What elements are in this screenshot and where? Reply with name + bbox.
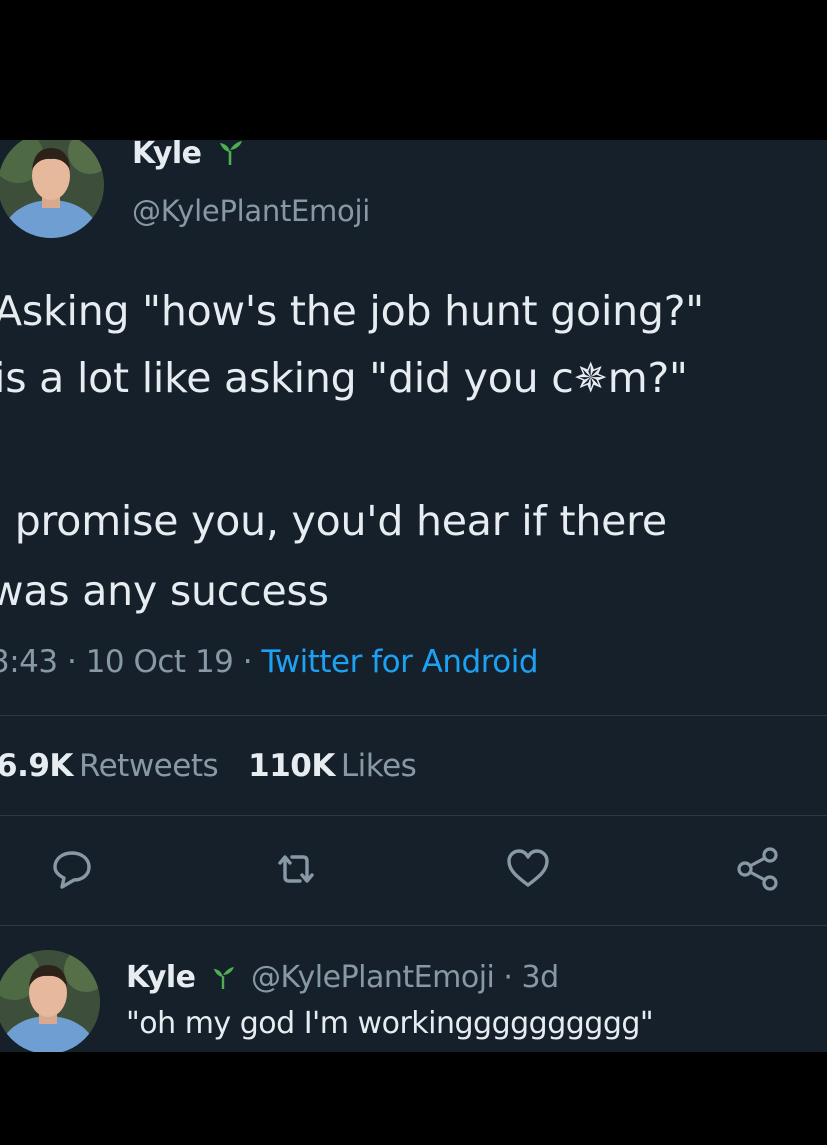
reply-header: Kyle @KylePlantEmoji · 3d <box>126 960 559 995</box>
meta-separator: · <box>57 644 86 680</box>
reply-text: "oh my god I'm workingggggggggg" <box>126 1006 654 1041</box>
tweet-time[interactable]: 3:43 <box>0 644 58 680</box>
screenshot-frame: Kyle @KylePlantEmoji Asking "how's the j… <box>0 0 827 1145</box>
tweet-date[interactable]: 10 Oct 19 <box>86 644 234 680</box>
tweet-stats: 6.9K Retweets 110K Likes <box>0 748 446 784</box>
sprout-icon <box>204 964 244 994</box>
avatar[interactable] <box>0 140 104 238</box>
tweet-text-line: was any success <box>0 567 329 615</box>
tweet-text-line: I promise you, you'd hear if there <box>0 497 667 545</box>
tweet-client-link[interactable]: Twitter for Android <box>261 644 538 680</box>
tweet-text-line: is a lot like asking "did you c✵m?" <box>0 354 688 402</box>
share-icon <box>737 847 778 891</box>
author-handle[interactable]: @KylePlantEmoji <box>132 194 370 228</box>
retweets-count: 6.9K <box>0 748 73 784</box>
like-button[interactable] <box>504 845 552 893</box>
share-button[interactable] <box>734 845 782 893</box>
likes-stat[interactable]: 110K Likes <box>248 748 446 784</box>
reply-avatar[interactable] <box>0 950 100 1052</box>
tweet-card: Kyle @KylePlantEmoji Asking "how's the j… <box>0 140 827 1052</box>
retweet-button[interactable] <box>272 845 320 893</box>
author-name[interactable]: Kyle <box>132 140 243 171</box>
divider <box>0 925 827 926</box>
likes-label: Likes <box>340 748 417 784</box>
retweets-stat[interactable]: 6.9K Retweets <box>0 748 248 784</box>
divider <box>0 715 827 716</box>
reply-handle-and-age[interactable]: @KylePlantEmoji · 3d <box>251 960 559 995</box>
reply-icon <box>53 851 91 889</box>
retweets-label: Retweets <box>78 748 219 784</box>
author-name-text: Kyle <box>132 140 202 171</box>
reply-author-name[interactable]: Kyle <box>126 960 196 995</box>
retweet-icon <box>278 855 314 883</box>
reply-button[interactable] <box>48 845 96 893</box>
likes-count: 110K <box>248 748 335 784</box>
sprout-icon <box>210 140 244 170</box>
meta-separator: · <box>233 644 262 680</box>
heart-icon <box>507 849 549 887</box>
tweet-meta: 3:43 · 10 Oct 19 · Twitter for Android <box>0 644 539 680</box>
tweet-text-line: Asking "how's the job hunt going?" <box>0 287 704 335</box>
divider <box>0 815 827 816</box>
